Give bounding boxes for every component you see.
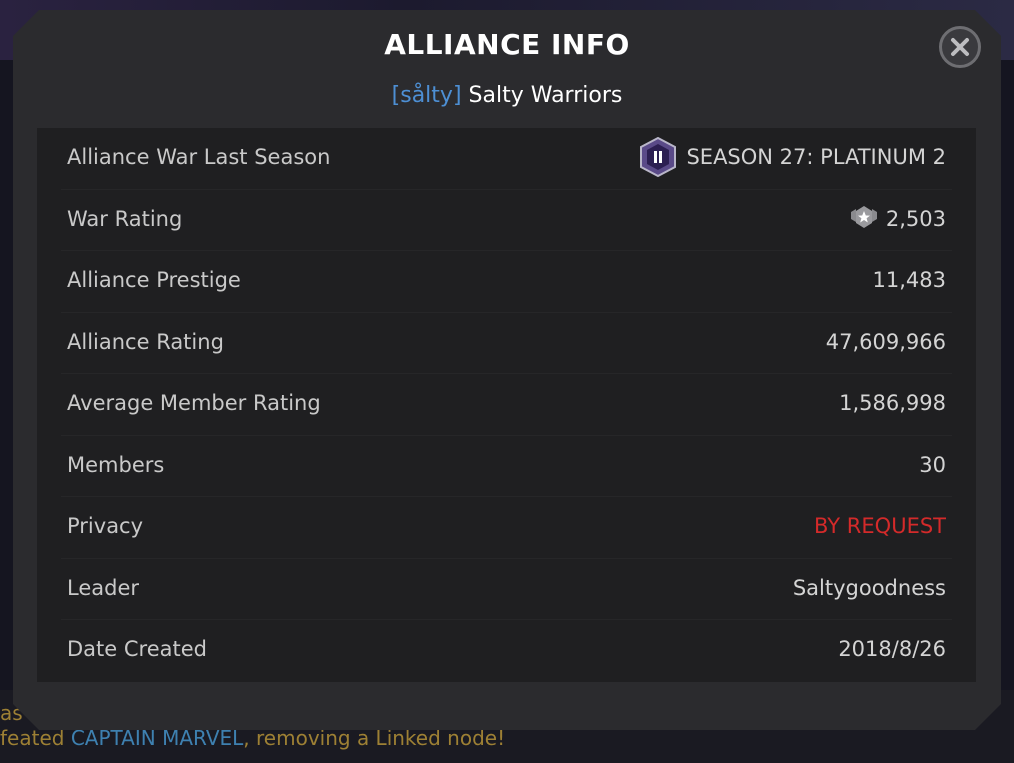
close-icon bbox=[950, 37, 970, 57]
row-value: 30 bbox=[919, 452, 946, 477]
row-label: Average Member Rating bbox=[67, 391, 321, 415]
privacy-value: BY REQUEST bbox=[814, 514, 946, 538]
close-button[interactable] bbox=[939, 26, 981, 68]
alliance-info-table: Alliance War Last Season SEASON 27: PLAT… bbox=[37, 128, 976, 682]
row-label: Privacy bbox=[67, 514, 144, 538]
row-label: Date Created bbox=[67, 637, 207, 661]
war-rating-star-icon bbox=[848, 204, 880, 230]
row-label: War Rating bbox=[67, 206, 183, 231]
row-label: Alliance War Last Season bbox=[67, 145, 331, 169]
leader-name[interactable]: Saltygoodness bbox=[793, 576, 946, 600]
info-row-members: Members 30 bbox=[37, 436, 976, 498]
modal-title: ALLIANCE INFO bbox=[384, 28, 630, 61]
info-row-leader: Leader Saltygoodness bbox=[37, 559, 976, 621]
info-row-privacy: Privacy BY REQUEST bbox=[37, 497, 976, 559]
row-value: 11,483 bbox=[872, 268, 946, 292]
row-value: 1,586,998 bbox=[839, 391, 946, 415]
alliance-info-modal: ALLIANCE INFO [sålty] Salty Warriors All… bbox=[13, 10, 1001, 730]
row-value: 2018/8/26 bbox=[838, 637, 946, 661]
row-value: 47,609,966 bbox=[825, 329, 946, 354]
info-row-prestige: Alliance Prestige 11,483 bbox=[37, 251, 976, 313]
info-row-alliance-rating: Alliance Rating 47,609,966 bbox=[37, 313, 976, 375]
war-rating-value: 2,503 bbox=[885, 206, 946, 231]
alliance-name: Salty Warriors bbox=[468, 83, 623, 108]
alliance-tag: [sålty] bbox=[391, 83, 462, 108]
row-label: Leader bbox=[67, 575, 140, 600]
row-value: 2,503 bbox=[848, 207, 946, 231]
row-label: Alliance Rating bbox=[67, 329, 224, 354]
info-row-date-created: Date Created 2018/8/26 bbox=[37, 620, 976, 682]
row-label: Members bbox=[67, 452, 165, 477]
info-row-war-rating: War Rating 2,503 bbox=[37, 190, 976, 252]
row-value: SEASON 27: PLATINUM 2 bbox=[636, 145, 946, 169]
war-season-value: SEASON 27: PLATINUM 2 bbox=[686, 145, 946, 169]
info-row-war-season: Alliance War Last Season SEASON 27: PLAT… bbox=[37, 128, 976, 190]
alliance-name-heading: [sålty] Salty Warriors bbox=[13, 83, 1001, 108]
platinum-2-badge-icon bbox=[636, 137, 680, 177]
row-label: Alliance Prestige bbox=[67, 268, 241, 292]
info-row-average-member-rating: Average Member Rating 1,586,998 bbox=[37, 374, 976, 436]
